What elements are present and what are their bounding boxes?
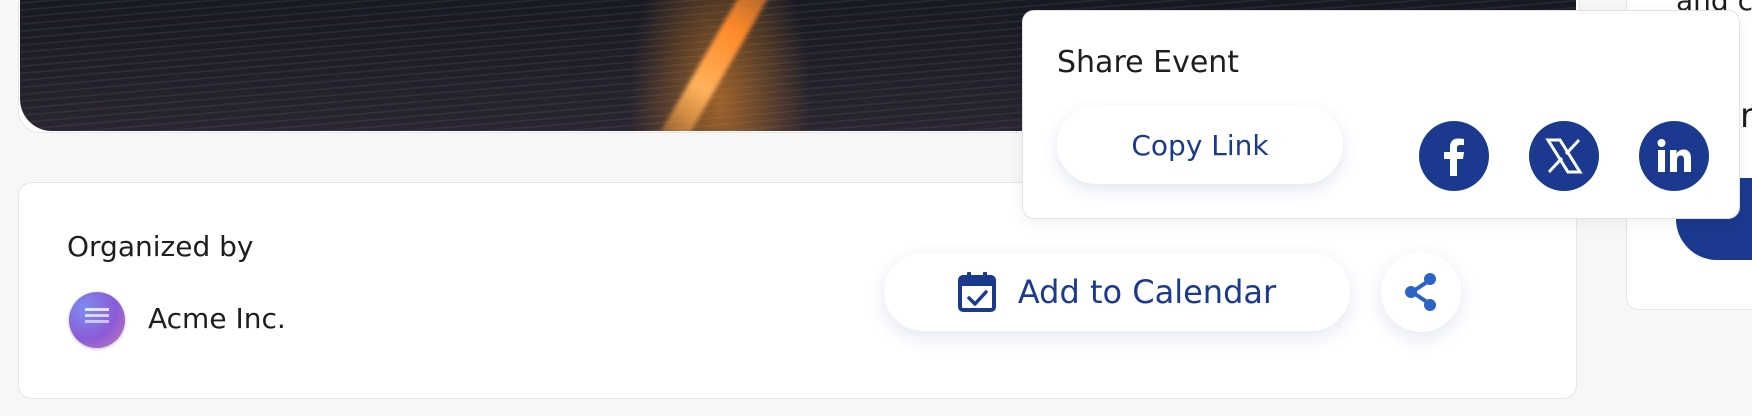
add-to-calendar-button[interactable]: Add to Calendar [884,253,1350,331]
organizer-name[interactable]: Acme Inc. [148,302,286,335]
side-card-heading-fragment: r [1740,96,1752,136]
calendar-check-icon [957,272,996,312]
cover-light-streak [656,0,790,131]
organized-by-heading: Organized by [67,230,254,263]
add-to-calendar-label: Add to Calendar [1017,273,1277,311]
share-linkedin-button[interactable] [1639,121,1709,191]
share-x-button[interactable] [1529,121,1599,191]
share-facebook-button[interactable] [1419,121,1489,191]
share-icon [1405,273,1436,311]
x-icon [1545,138,1583,174]
share-event-popover: Share Event Copy Link [1022,10,1740,219]
facebook-icon [1444,138,1464,176]
linkedin-icon [1657,139,1691,172]
organizer-avatar[interactable] [69,292,125,348]
share-event-title: Share Event [1057,45,1240,80]
copy-link-button[interactable]: Copy Link [1057,106,1343,184]
share-button[interactable] [1381,252,1461,332]
